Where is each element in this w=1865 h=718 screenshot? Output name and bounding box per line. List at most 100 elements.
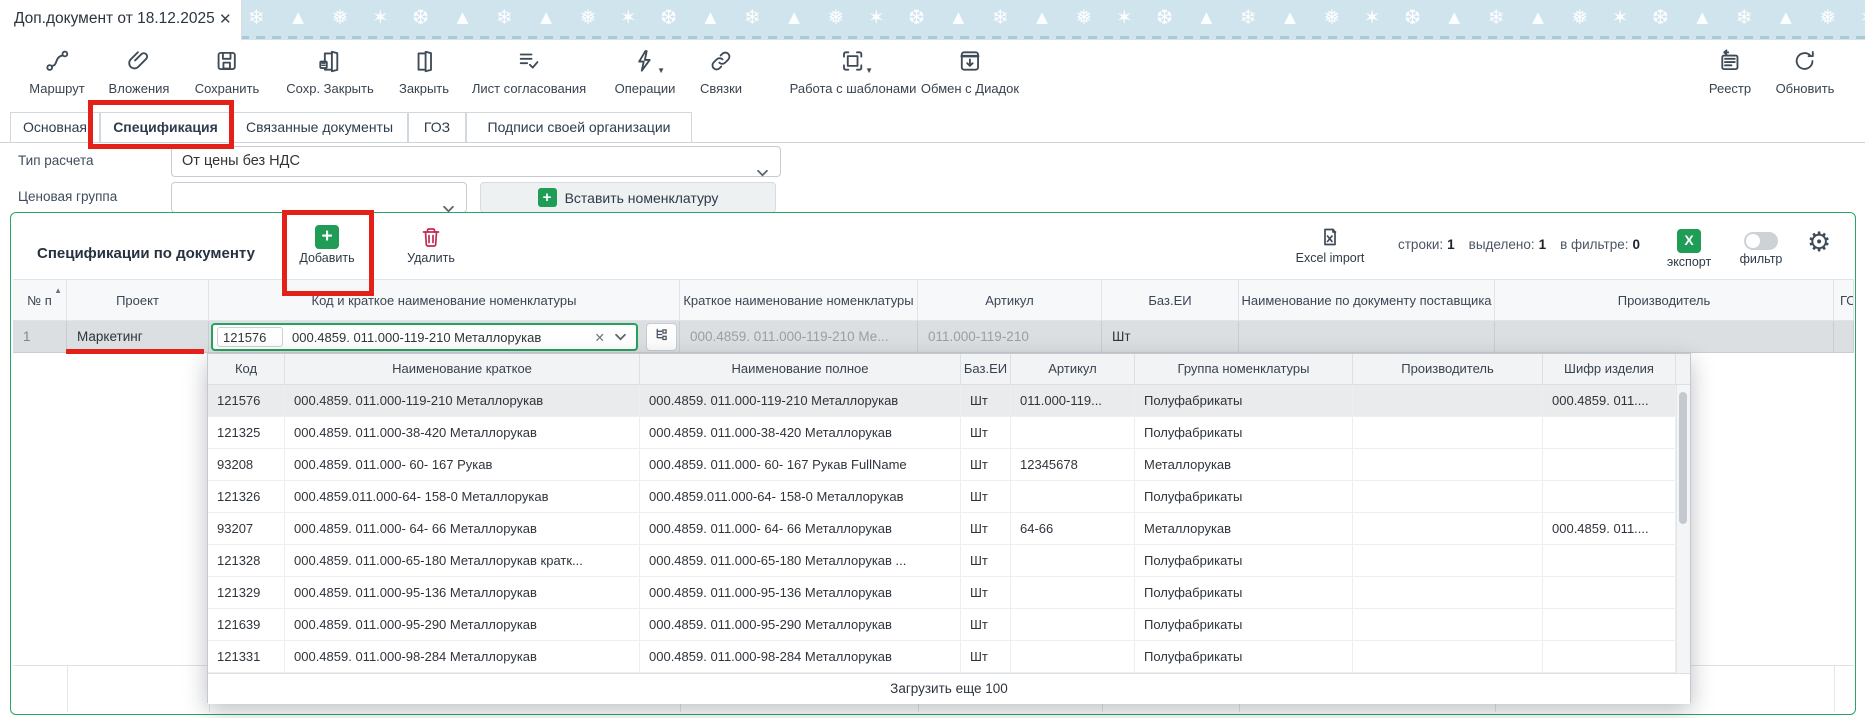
dropdown-cell[interactable]: 000.4859. 011....	[1543, 385, 1676, 416]
tab-2[interactable]: Спецификация	[100, 112, 231, 142]
toolbar-button-operations[interactable]: ▼Операции	[615, 48, 676, 96]
dropdown-cell[interactable]: Полуфабрикаты	[1135, 641, 1353, 672]
cell-gost[interactable]	[1834, 321, 1854, 352]
dropdown-cell[interactable]: 000.4859.011.000-64- 158-0 Металлорукав	[285, 481, 640, 512]
nomenclature-combo-editor[interactable]: 121576 000.4859. 011.000-119-210 Металло…	[211, 323, 638, 351]
delete-row-button[interactable]: Удалить	[393, 225, 469, 265]
dropdown-row-3[interactable]: 93208000.4859. 011.000- 60- 167 Рукав000…	[208, 449, 1676, 481]
dropdown-cell[interactable]: Шт	[961, 481, 1011, 512]
column-header-2[interactable]: Проект	[67, 280, 209, 320]
dropdown-cell[interactable]	[1353, 449, 1543, 480]
document-tab[interactable]: Доп.документ от 18.12.2025 ✕	[0, 0, 242, 41]
tab-3[interactable]: Связанные документы	[231, 112, 408, 142]
dropdown-cell[interactable]: 93208	[208, 449, 285, 480]
cell-unit[interactable]: Шт	[1102, 321, 1239, 352]
dropdown-column-4[interactable]: Баз.ЕИ	[961, 354, 1011, 384]
dropdown-cell[interactable]: 121576	[208, 385, 285, 416]
dropdown-cell[interactable]: 000.4859. 011.000-65-180 Металлорукав ..…	[640, 545, 961, 576]
gear-icon[interactable]: ⚙	[1807, 227, 1831, 257]
toolbar-button-attachments[interactable]: Вложения	[109, 48, 170, 96]
dropdown-row-6[interactable]: 121328000.4859. 011.000-65-180 Металлору…	[208, 545, 1676, 577]
dropdown-cell[interactable]: Полуфабрикаты	[1135, 417, 1353, 448]
dropdown-cell[interactable]: 000.4859. 011.000-38-420 Металлорукав	[640, 417, 961, 448]
dropdown-row-7[interactable]: 121329000.4859. 011.000-95-136 Металлору…	[208, 577, 1676, 609]
toolbar-button-save[interactable]: Сохранить	[195, 48, 260, 96]
dropdown-cell[interactable]	[1543, 609, 1676, 640]
cell-supplier-name[interactable]	[1239, 321, 1495, 352]
dropdown-cell[interactable]: 121331	[208, 641, 285, 672]
dropdown-cell[interactable]: 000.4859. 011.000-119-210 Металлорукав	[285, 385, 640, 416]
dropdown-cell[interactable]: Полуфабрикаты	[1135, 609, 1353, 640]
dropdown-cell[interactable]	[1353, 577, 1543, 608]
tab-1[interactable]: Основная	[10, 112, 100, 142]
dropdown-cell[interactable]: Шт	[961, 641, 1011, 672]
dropdown-cell[interactable]: 93207	[208, 513, 285, 544]
dropdown-cell[interactable]: 000.4859. 011.000-65-180 Металлорукав кр…	[285, 545, 640, 576]
dropdown-cell[interactable]	[1353, 385, 1543, 416]
dropdown-cell[interactable]: 000.4859. 011.000- 60- 167 Рукав	[285, 449, 640, 480]
dropdown-cell[interactable]: Полуфабрикаты	[1135, 385, 1353, 416]
dropdown-cell[interactable]: 121325	[208, 417, 285, 448]
dropdown-cell[interactable]: Полуфабрикаты	[1135, 481, 1353, 512]
dropdown-cell[interactable]: Полуфабрикаты	[1135, 577, 1353, 608]
dropdown-cell[interactable]: 000.4859. 011.000-95-290 Металлорукав	[285, 609, 640, 640]
dropdown-column-3[interactable]: Наименование полное	[640, 354, 961, 384]
toggle-off-icon[interactable]	[1744, 232, 1778, 250]
dropdown-cell[interactable]: 12345678	[1011, 449, 1135, 480]
dropdown-cell[interactable]	[1543, 577, 1676, 608]
column-header-3[interactable]: Код и краткое наименование номенклатуры	[209, 280, 680, 320]
toolbar-button-templates[interactable]: ▼Работа с шаблонами	[790, 48, 917, 96]
dropdown-cell[interactable]: 121329	[208, 577, 285, 608]
dropdown-cell[interactable]	[1543, 417, 1676, 448]
cell-project[interactable]: Маркетинг	[67, 321, 209, 352]
excel-import-button[interactable]: Excel import	[1292, 225, 1368, 265]
dropdown-column-6[interactable]: Группа номенклатуры	[1135, 354, 1353, 384]
dropdown-row-8[interactable]: 121639000.4859. 011.000-95-290 Металлору…	[208, 609, 1676, 641]
dropdown-cell[interactable]: 000.4859. 011.000-98-284 Металлорукав	[640, 641, 961, 672]
dropdown-column-1[interactable]: Код	[208, 354, 285, 384]
export-button[interactable]: X экспорт	[1663, 229, 1715, 269]
cell-article[interactable]: 011.000-119-210	[918, 321, 1102, 352]
dropdown-cell[interactable]: 000.4859. 011.000-98-284 Металлорукав	[285, 641, 640, 672]
dropdown-cell[interactable]	[1011, 545, 1135, 576]
dropdown-cell[interactable]: 000.4859. 011....	[1543, 513, 1676, 544]
dropdown-column-2[interactable]: Наименование краткое	[285, 354, 640, 384]
toolbar-button-approval-sheet[interactable]: Лист согласования	[472, 48, 586, 96]
dropdown-cell[interactable]: 000.4859. 011.000- 64- 66 Металлорукав	[640, 513, 961, 544]
dropdown-cell[interactable]: 121326	[208, 481, 285, 512]
dropdown-column-7[interactable]: Производитель	[1353, 354, 1543, 384]
column-header-7[interactable]: Наименование по документу поставщика	[1239, 280, 1495, 320]
dropdown-cell[interactable]	[1543, 545, 1676, 576]
dropdown-row-1[interactable]: 121576000.4859. 011.000-119-210 Металлор…	[208, 385, 1676, 417]
dropdown-cell[interactable]: 64-66	[1011, 513, 1135, 544]
scrollbar-thumb[interactable]	[1679, 392, 1687, 524]
document-tab-close-icon[interactable]: ✕	[219, 10, 232, 28]
dropdown-cell[interactable]: 121328	[208, 545, 285, 576]
dropdown-cell[interactable]: Шт	[961, 609, 1011, 640]
dropdown-cell[interactable]: 011.000-119...	[1011, 385, 1135, 416]
insert-nomenclature-button[interactable]: + Вставить номенклатуру	[480, 182, 776, 213]
cell-num[interactable]: 1	[13, 321, 67, 352]
price-group-select[interactable]	[171, 182, 467, 213]
toolbar-button-links[interactable]: Связки	[700, 48, 742, 96]
dropdown-cell[interactable]: Шт	[961, 513, 1011, 544]
dropdown-cell[interactable]: Шт	[961, 577, 1011, 608]
dropdown-cell[interactable]: Шт	[961, 449, 1011, 480]
tab-4[interactable]: ГОЗ	[408, 112, 466, 142]
column-header-6[interactable]: Баз.ЕИ	[1102, 280, 1239, 320]
dropdown-cell[interactable]	[1353, 417, 1543, 448]
column-header-5[interactable]: Артикул	[918, 280, 1102, 320]
toolbar-button-save-close[interactable]: Сохр. Закрыть	[286, 48, 374, 96]
column-header-4[interactable]: Краткое наименование номенклатуры	[680, 280, 918, 320]
nomenclature-tree-button[interactable]	[646, 323, 677, 351]
load-more-button[interactable]: Загрузить еще 100	[208, 673, 1690, 704]
dropdown-cell[interactable]: Шт	[961, 417, 1011, 448]
dropdown-cell[interactable]	[1011, 609, 1135, 640]
toolbar-button-diadoc[interactable]: Обмен с Диадок	[921, 48, 1019, 96]
dropdown-row-5[interactable]: 93207 000.4859. 011.000- 64- 66 Металлору…	[208, 513, 1676, 545]
dropdown-cell[interactable]: Металлорукав	[1135, 513, 1353, 544]
tab-5[interactable]: Подписи своей организации	[466, 112, 692, 142]
dropdown-cell[interactable]: 000.4859. 011.000-119-210 Металлорукав	[640, 385, 961, 416]
toolbar-button-refresh[interactable]: Обновить	[1776, 48, 1835, 96]
dropdown-cell[interactable]: Полуфабрикаты	[1135, 545, 1353, 576]
